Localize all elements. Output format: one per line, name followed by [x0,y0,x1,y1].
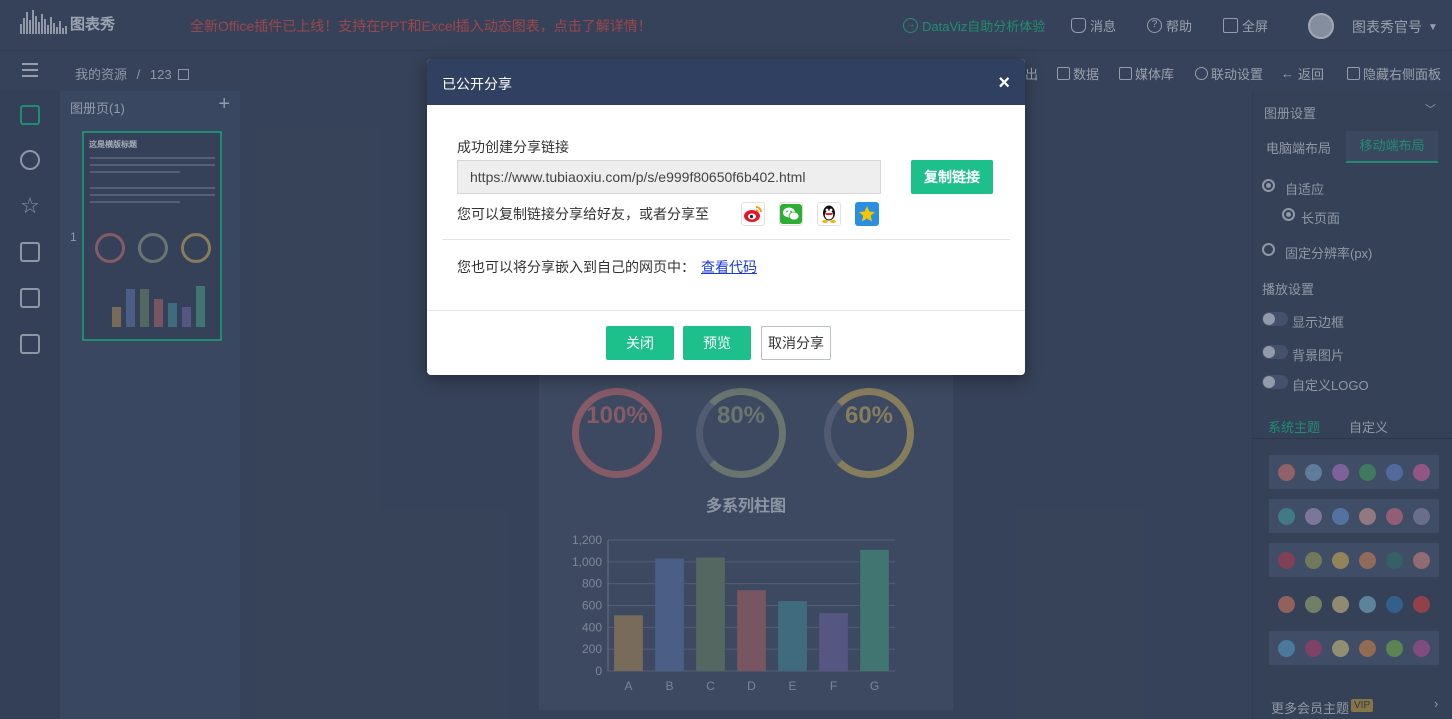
cancel-share-button[interactable]: 取消分享 [761,326,831,360]
footer-divider [427,310,1025,311]
embed-label: 您也可以将分享嵌入到自己的网页中： [457,259,695,275]
dialog-header [427,59,1025,105]
share-dialog: 已公开分享 × 成功创建分享链接 https://www.tubiaoxiu.c… [427,59,1025,375]
qq-icon[interactable] [817,202,841,226]
embed-text: 您也可以将分享嵌入到自己的网页中： 查看代码 [457,257,757,277]
weibo-icon[interactable] [741,202,765,226]
view-code-link[interactable]: 查看代码 [701,259,757,275]
close-button[interactable]: 关闭 [606,326,674,360]
divider [442,239,1010,240]
success-label: 成功创建分享链接 [457,139,569,155]
close-icon[interactable]: × [998,73,1010,93]
copy-link-button[interactable]: 复制链接 [911,160,993,194]
share-url-field[interactable]: https://www.tubiaoxiu.com/p/s/e999f80650… [457,160,881,194]
qzone-icon[interactable] [855,202,879,226]
wechat-icon[interactable] [779,202,803,226]
preview-button[interactable]: 预览 [683,326,751,360]
dialog-title: 已公开分享 [442,76,512,92]
share-to-text: 您可以复制链接分享给好友，或者分享至 [457,206,709,222]
